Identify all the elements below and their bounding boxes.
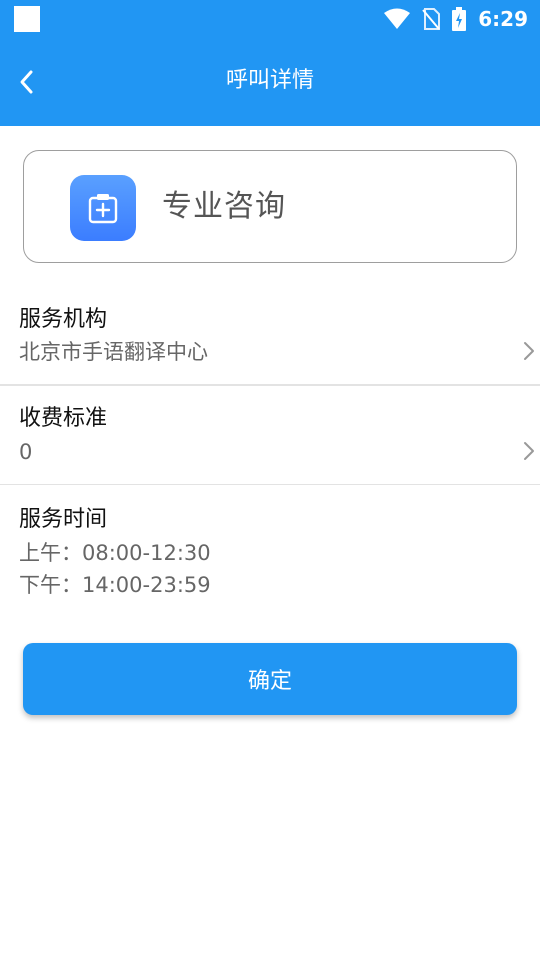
confirm-button[interactable]: 确定: [23, 643, 517, 715]
fee-value: 0: [19, 440, 33, 464]
divider: [0, 384, 540, 386]
chevron-right-icon: [524, 442, 534, 460]
fee-row[interactable]: 收费标准 0: [0, 396, 540, 484]
service-card: 专业咨询: [23, 150, 517, 263]
afternoon-hours: 下午：14:00-23:59: [19, 573, 211, 597]
institution-value: 北京市手语翻译中心: [19, 340, 208, 364]
morning-hours: 上午：08:00-12:30: [19, 541, 211, 565]
institution-label: 服务机构: [19, 307, 108, 332]
wifi-icon: [384, 8, 411, 29]
status-time: 6:29: [478, 7, 528, 31]
app-square-icon: [14, 6, 40, 32]
service-time-label: 服务时间: [19, 507, 108, 532]
chevron-right-icon: [524, 342, 534, 360]
institution-row[interactable]: 服务机构 北京市手语翻译中心: [0, 296, 540, 384]
medical-clipboard-icon: [70, 175, 136, 241]
app-bar: 呼叫详情: [0, 38, 540, 126]
status-icons: 6:29: [384, 6, 528, 32]
status-bar: 6:29: [0, 0, 540, 38]
battery-charging-icon: [452, 7, 467, 31]
service-name: 专业咨询: [162, 189, 286, 224]
no-sim-icon: [422, 8, 441, 30]
fee-label: 收费标准: [19, 406, 108, 431]
page-title: 呼叫详情: [225, 68, 314, 93]
service-time-section: 服务时间 上午：08:00-12:30 下午：14:00-23:59: [0, 496, 540, 606]
divider: [0, 484, 540, 485]
